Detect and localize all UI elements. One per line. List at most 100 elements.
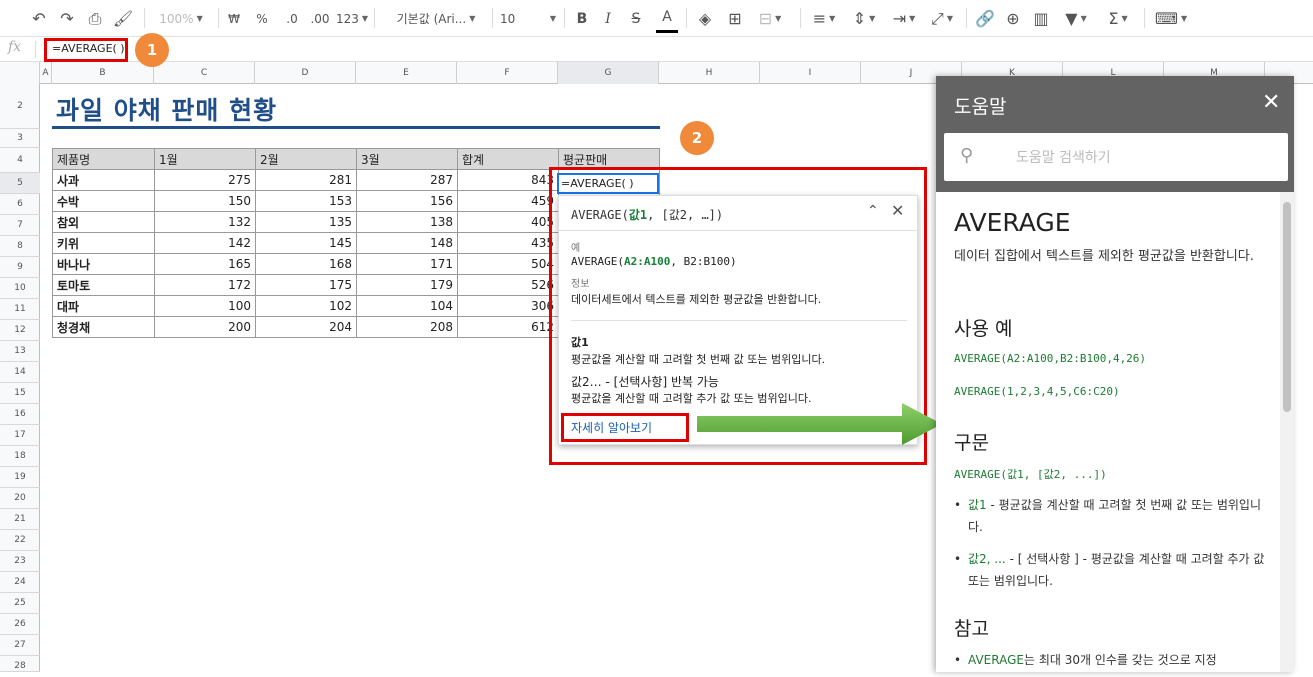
cell[interactable]: 281 (255, 169, 357, 191)
bold-button[interactable]: B (572, 0, 592, 37)
row-header[interactable]: 13 (0, 341, 40, 362)
comment-icon[interactable]: ⊕ (1002, 0, 1024, 37)
cell[interactable]: 104 (356, 295, 458, 317)
cell[interactable]: 132 (154, 211, 256, 233)
column-header[interactable]: D (255, 62, 356, 84)
close-icon[interactable]: ✕ (1262, 90, 1280, 115)
redo-icon[interactable]: ↷ (56, 0, 78, 37)
row-header[interactable]: 25 (0, 593, 40, 614)
cell[interactable]: 대파 (52, 295, 155, 317)
column-header[interactable]: B (52, 62, 154, 84)
row-header[interactable]: 23 (0, 551, 40, 572)
cell[interactable]: 토마토 (52, 274, 155, 296)
row-header[interactable]: 19 (0, 467, 40, 488)
cell[interactable]: 843 (457, 169, 559, 191)
borders-icon[interactable]: ⊞ (724, 0, 746, 37)
strikethrough-button[interactable]: S (626, 0, 646, 37)
cell[interactable]: 156 (356, 190, 458, 212)
column-header[interactable]: I (760, 62, 861, 84)
row-header[interactable]: 21 (0, 509, 40, 530)
row-header[interactable]: 28 (0, 656, 40, 672)
print-icon[interactable]: ⎙ (84, 0, 106, 37)
cell[interactable]: 바나나 (52, 253, 155, 275)
row-header[interactable]: 22 (0, 530, 40, 551)
font-select[interactable]: 기본값 (Ari... ▼ (388, 0, 484, 37)
row-header[interactable]: 3 (0, 129, 40, 148)
sheet-title[interactable]: 과일 야채 판매 현황 (56, 91, 277, 127)
header-cell[interactable]: 1월 (154, 148, 256, 170)
cell[interactable]: 526 (457, 274, 559, 296)
cell[interactable]: 키위 (52, 232, 155, 254)
text-rotate-icon[interactable]: ⤢ ▼ (924, 0, 960, 37)
undo-icon[interactable]: ↶ (28, 0, 50, 37)
column-header[interactable]: F (457, 62, 558, 84)
cell[interactable]: 287 (356, 169, 458, 191)
column-header[interactable]: A (40, 62, 52, 84)
functions-button[interactable]: Σ ▼ (1100, 0, 1136, 37)
help-scrollbar[interactable] (1280, 192, 1294, 672)
scrollbar-thumb[interactable] (1283, 202, 1291, 412)
cell[interactable]: 168 (255, 253, 357, 275)
header-cell[interactable]: 3월 (356, 148, 458, 170)
select-all-corner[interactable] (0, 62, 40, 84)
currency-button[interactable]: ₩ (224, 0, 244, 37)
column-header[interactable]: E (356, 62, 457, 84)
column-header[interactable]: G (558, 62, 659, 84)
link-icon[interactable]: 🔗 (974, 0, 996, 37)
row-header[interactable]: 12 (0, 320, 40, 341)
row-header[interactable]: 18 (0, 446, 40, 467)
row-header[interactable]: 2 (0, 84, 40, 129)
cell[interactable]: 171 (356, 253, 458, 275)
row-header[interactable]: 16 (0, 404, 40, 425)
header-cell[interactable]: 합계 (457, 148, 559, 170)
paint-format-icon[interactable]: 🖌 (112, 0, 134, 37)
cell[interactable]: 135 (255, 211, 357, 233)
row-header[interactable]: 14 (0, 362, 40, 383)
cell[interactable]: 204 (255, 316, 357, 338)
percent-button[interactable]: % (252, 0, 272, 37)
font-size-select[interactable]: 10 ▼ (500, 0, 556, 37)
row-header[interactable]: 11 (0, 299, 40, 320)
row-header[interactable]: 9 (0, 257, 40, 278)
cell[interactable]: 435 (457, 232, 559, 254)
cell[interactable]: 153 (255, 190, 357, 212)
merge-cells-icon[interactable]: ⊟ ▼ (752, 0, 788, 37)
row-header[interactable]: 15 (0, 383, 40, 404)
cell[interactable]: 208 (356, 316, 458, 338)
zoom-select[interactable]: 100% ▼ (150, 0, 212, 37)
chart-icon[interactable]: ▥ (1030, 0, 1052, 37)
text-color-button[interactable]: A (656, 3, 678, 33)
header-cell[interactable]: 2월 (255, 148, 357, 170)
italic-button[interactable]: I (598, 0, 618, 37)
close-icon[interactable]: ✕ (891, 201, 904, 220)
header-cell[interactable]: 제품명 (52, 148, 155, 170)
cell[interactable]: 사과 (52, 169, 155, 191)
align-left-icon[interactable]: ≡ ▼ (806, 0, 842, 37)
cell[interactable]: 612 (457, 316, 559, 338)
cell[interactable]: 145 (255, 232, 357, 254)
column-header[interactable]: H (659, 62, 760, 84)
row-header[interactable]: 6 (0, 194, 40, 215)
cell[interactable]: 165 (154, 253, 256, 275)
cell[interactable]: 179 (356, 274, 458, 296)
collapse-icon[interactable]: ⌃ (867, 203, 879, 219)
cell[interactable]: 138 (356, 211, 458, 233)
increase-decimal-button[interactable]: .00 (306, 0, 334, 37)
row-header[interactable]: 8 (0, 236, 40, 257)
cell[interactable]: 참외 (52, 211, 155, 233)
row-header[interactable]: 17 (0, 425, 40, 446)
fill-color-icon[interactable]: ◈ (694, 0, 716, 37)
row-header[interactable]: 7 (0, 215, 40, 236)
cell[interactable]: 청경채 (52, 316, 155, 338)
number-format-select[interactable]: 123 ▼ (336, 0, 368, 37)
cell[interactable]: 142 (154, 232, 256, 254)
cell[interactable]: 200 (154, 316, 256, 338)
row-header[interactable]: 27 (0, 635, 40, 656)
row-header[interactable]: 26 (0, 614, 40, 635)
decrease-decimal-button[interactable]: .0 (280, 0, 304, 37)
cell[interactable]: 172 (154, 274, 256, 296)
row-header[interactable]: 10 (0, 278, 40, 299)
cell[interactable]: 102 (255, 295, 357, 317)
cell[interactable]: 175 (255, 274, 357, 296)
column-header[interactable]: C (154, 62, 255, 84)
